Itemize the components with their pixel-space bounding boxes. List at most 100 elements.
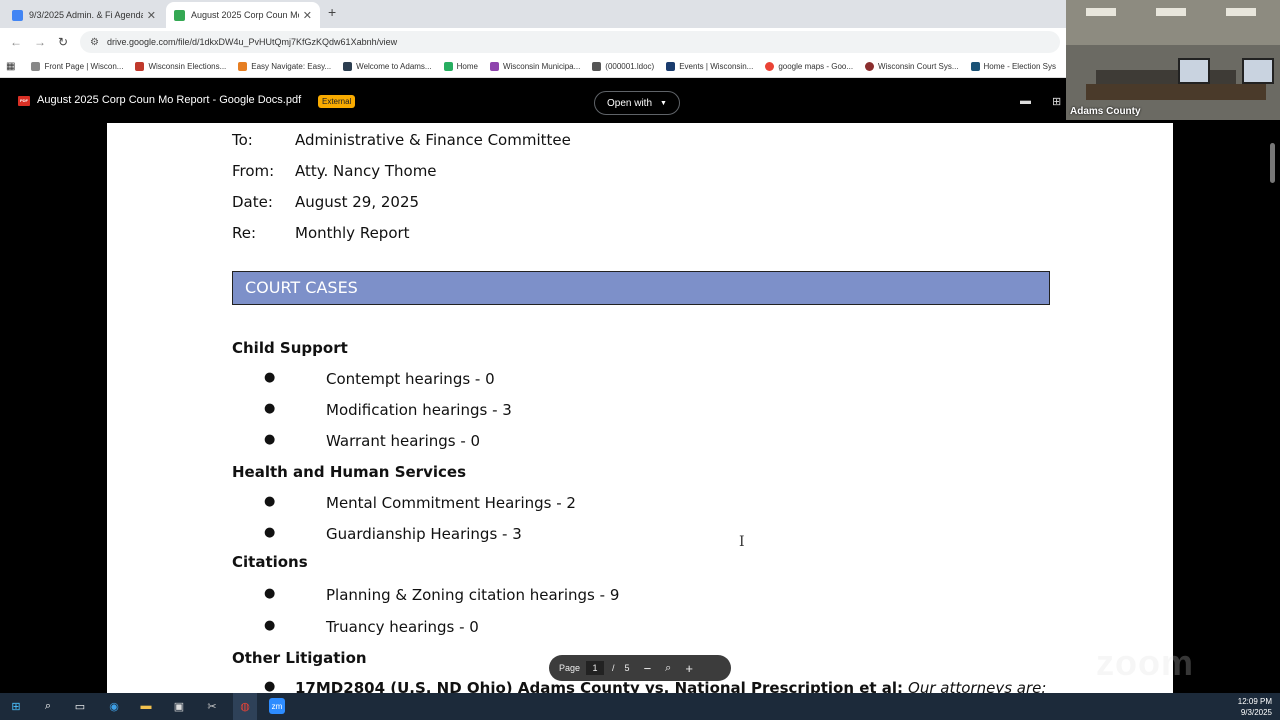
bookmark-icon <box>31 62 41 71</box>
case-title: 17MD2804 (U.S. ND Ohio) Adams County vs.… <box>295 679 904 693</box>
list-item-text: Guardianship Hearings - 3 <box>326 525 522 543</box>
tab-corp-coun-report[interactable]: August 2025 Corp Coun Mo Re ✕ <box>166 2 320 28</box>
video-screen <box>1242 58 1274 84</box>
page-number-input[interactable]: 1 <box>586 661 605 675</box>
windows-start-icon[interactable]: ⊞ <box>8 698 24 714</box>
memo-date-label: Date: <box>232 193 273 211</box>
file-explorer-icon[interactable]: ▬ <box>138 698 154 714</box>
bookmark-item[interactable]: Wisconsin Elections... <box>135 62 226 71</box>
chevron-down-icon: ▼ <box>660 99 667 107</box>
site-info-icon[interactable]: ⚙ <box>90 37 99 48</box>
chrome-icon[interactable]: ◍ <box>237 698 253 714</box>
task-view-icon[interactable]: ▭ <box>72 698 88 714</box>
close-tab-icon[interactable]: ✕ <box>147 9 156 22</box>
bookmark-icon <box>443 62 453 71</box>
bookmark-label: google maps - Goo... <box>778 62 854 71</box>
bullet-icon: ● <box>264 679 276 693</box>
page-controls: Page 1 / 5 − ⌕ + <box>549 655 731 681</box>
list-item: ● Warrant hearings - 0 <box>264 432 480 450</box>
store-icon[interactable]: ▣ <box>171 698 187 714</box>
bullet-icon: ● <box>264 525 276 540</box>
bookmark-item[interactable]: Welcome to Adams... <box>343 62 432 71</box>
child-support-heading: Child Support <box>232 339 348 357</box>
memo-date-value: August 29, 2025 <box>295 193 420 211</box>
file-title: August 2025 Corp Coun Mo Report - Google… <box>37 94 302 106</box>
list-item-text: Warrant hearings - 0 <box>326 432 481 450</box>
zoom-app-icon[interactable]: zm <box>269 698 285 714</box>
memo-re-row: Re: Monthly Report <box>232 224 410 242</box>
list-item: ● Modification hearings - 3 <box>264 401 512 419</box>
memo-re-label: Re: <box>232 224 257 242</box>
back-icon[interactable]: ← <box>10 35 22 49</box>
bookmark-icon <box>343 62 353 71</box>
list-item-text: Planning & Zoning citation hearings - 9 <box>326 586 620 604</box>
bullet-icon: ● <box>264 494 276 509</box>
bookmark-item[interactable]: (000001.ldoc) <box>592 62 654 71</box>
bookmark-icon <box>135 62 145 71</box>
memo-from-row: From: Atty. Nancy Thome <box>232 162 437 180</box>
text-cursor-icon: I <box>739 534 745 550</box>
bookmarks-bar: ▦ Front Page | Wiscon... Wisconsin Elect… <box>0 56 1066 78</box>
list-item-text: Truancy hearings - 0 <box>326 618 479 636</box>
page-separator: / <box>612 663 615 673</box>
pdf-page: To: Administrative & Finance Committee F… <box>107 123 1173 693</box>
list-item: ● Guardianship Hearings - 3 <box>264 525 522 543</box>
bookmark-label: Easy Navigate: Easy... <box>251 62 332 71</box>
edge-icon[interactable]: ◉ <box>106 698 122 714</box>
scrollbar-thumb[interactable] <box>1270 143 1275 183</box>
bookmark-label: Welcome to Adams... <box>356 62 432 71</box>
bookmark-item[interactable]: Home - Election Sys <box>970 62 1056 71</box>
reload-icon[interactable]: ↻ <box>58 35 68 49</box>
bookmark-label: (000001.ldoc) <box>605 62 655 71</box>
zoom-in-icon[interactable]: + <box>685 661 693 676</box>
drive-icon <box>174 9 185 21</box>
open-with-button[interactable]: Open with ▼ <box>594 91 680 115</box>
tab-title: 9/3/2025 Admin. & Fi Agenda <box>29 10 143 20</box>
bookmark-label: Events | Wisconsin... <box>679 62 754 71</box>
bookmark-icon <box>865 62 875 71</box>
hhs-heading: Health and Human Services <box>232 463 466 481</box>
external-badge: External <box>318 95 356 108</box>
video-light <box>1086 8 1116 16</box>
bookmark-icon <box>238 62 248 71</box>
browser-tab-strip: 9/3/2025 Admin. & Fi Agenda ✕ August 202… <box>0 0 1066 28</box>
clock-date: 9/3/2025 <box>1240 708 1272 717</box>
bookmark-icon <box>666 62 676 71</box>
bookmark-label: Front Page | Wiscon... <box>44 62 124 71</box>
video-thumbnail[interactable] <box>1066 0 1280 120</box>
document-viewer[interactable]: To: Administrative & Finance Committee F… <box>0 123 1280 693</box>
bookmark-item[interactable]: Front Page | Wiscon... <box>31 62 123 71</box>
search-icon[interactable]: ⌕ <box>40 698 56 714</box>
bookmark-icon <box>489 62 499 71</box>
open-with-label: Open with <box>607 97 653 109</box>
new-tab-button[interactable]: + <box>328 4 336 20</box>
video-light <box>1156 8 1186 16</box>
bullet-icon: ● <box>264 586 276 601</box>
address-bar[interactable]: ⚙ drive.google.com/file/d/1dkxDW4u_PvHUt… <box>80 31 1060 53</box>
system-clock[interactable]: 12:09 PM 9/3/2025 <box>1238 696 1272 718</box>
list-item-text: Contempt hearings - 0 <box>326 370 495 388</box>
bullet-icon: ● <box>264 618 276 633</box>
bookmark-label: Wisconsin Elections... <box>148 62 227 71</box>
zoom-out-icon[interactable]: − <box>644 661 652 676</box>
add-shortcut-icon[interactable]: ⊞ <box>1052 95 1061 108</box>
memo-to-row: To: Administrative & Finance Committee <box>232 131 571 149</box>
magnifier-icon[interactable]: ⌕ <box>665 662 671 675</box>
close-tab-icon[interactable]: ✕ <box>303 9 312 22</box>
bookmark-item[interactable]: Home <box>443 62 478 71</box>
bullet-icon: ● <box>264 401 276 416</box>
apps-icon[interactable]: ▦ <box>6 61 15 72</box>
bookmark-item[interactable]: Events | Wisconsin... <box>666 62 753 71</box>
bookmark-item[interactable]: Easy Navigate: Easy... <box>238 62 331 71</box>
add-to-drive-icon[interactable]: ▬ <box>1020 95 1031 107</box>
bookmark-item[interactable]: Wisconsin Court Sys... <box>865 62 959 71</box>
tab-agenda[interactable]: 9/3/2025 Admin. & Fi Agenda ✕ <box>4 2 164 28</box>
bookmark-item[interactable]: google maps - Goo... <box>765 62 853 71</box>
page-total: 5 <box>624 663 630 673</box>
forward-icon[interactable]: → <box>34 35 46 49</box>
court-cases-banner: COURT CASES <box>232 271 1050 305</box>
bookmark-item[interactable]: Wisconsin Municipa... <box>489 62 580 71</box>
case-note: Our attorneys are: <box>908 679 1047 693</box>
map-pin-icon <box>765 62 775 71</box>
snipping-tool-icon[interactable]: ✂ <box>204 698 220 714</box>
